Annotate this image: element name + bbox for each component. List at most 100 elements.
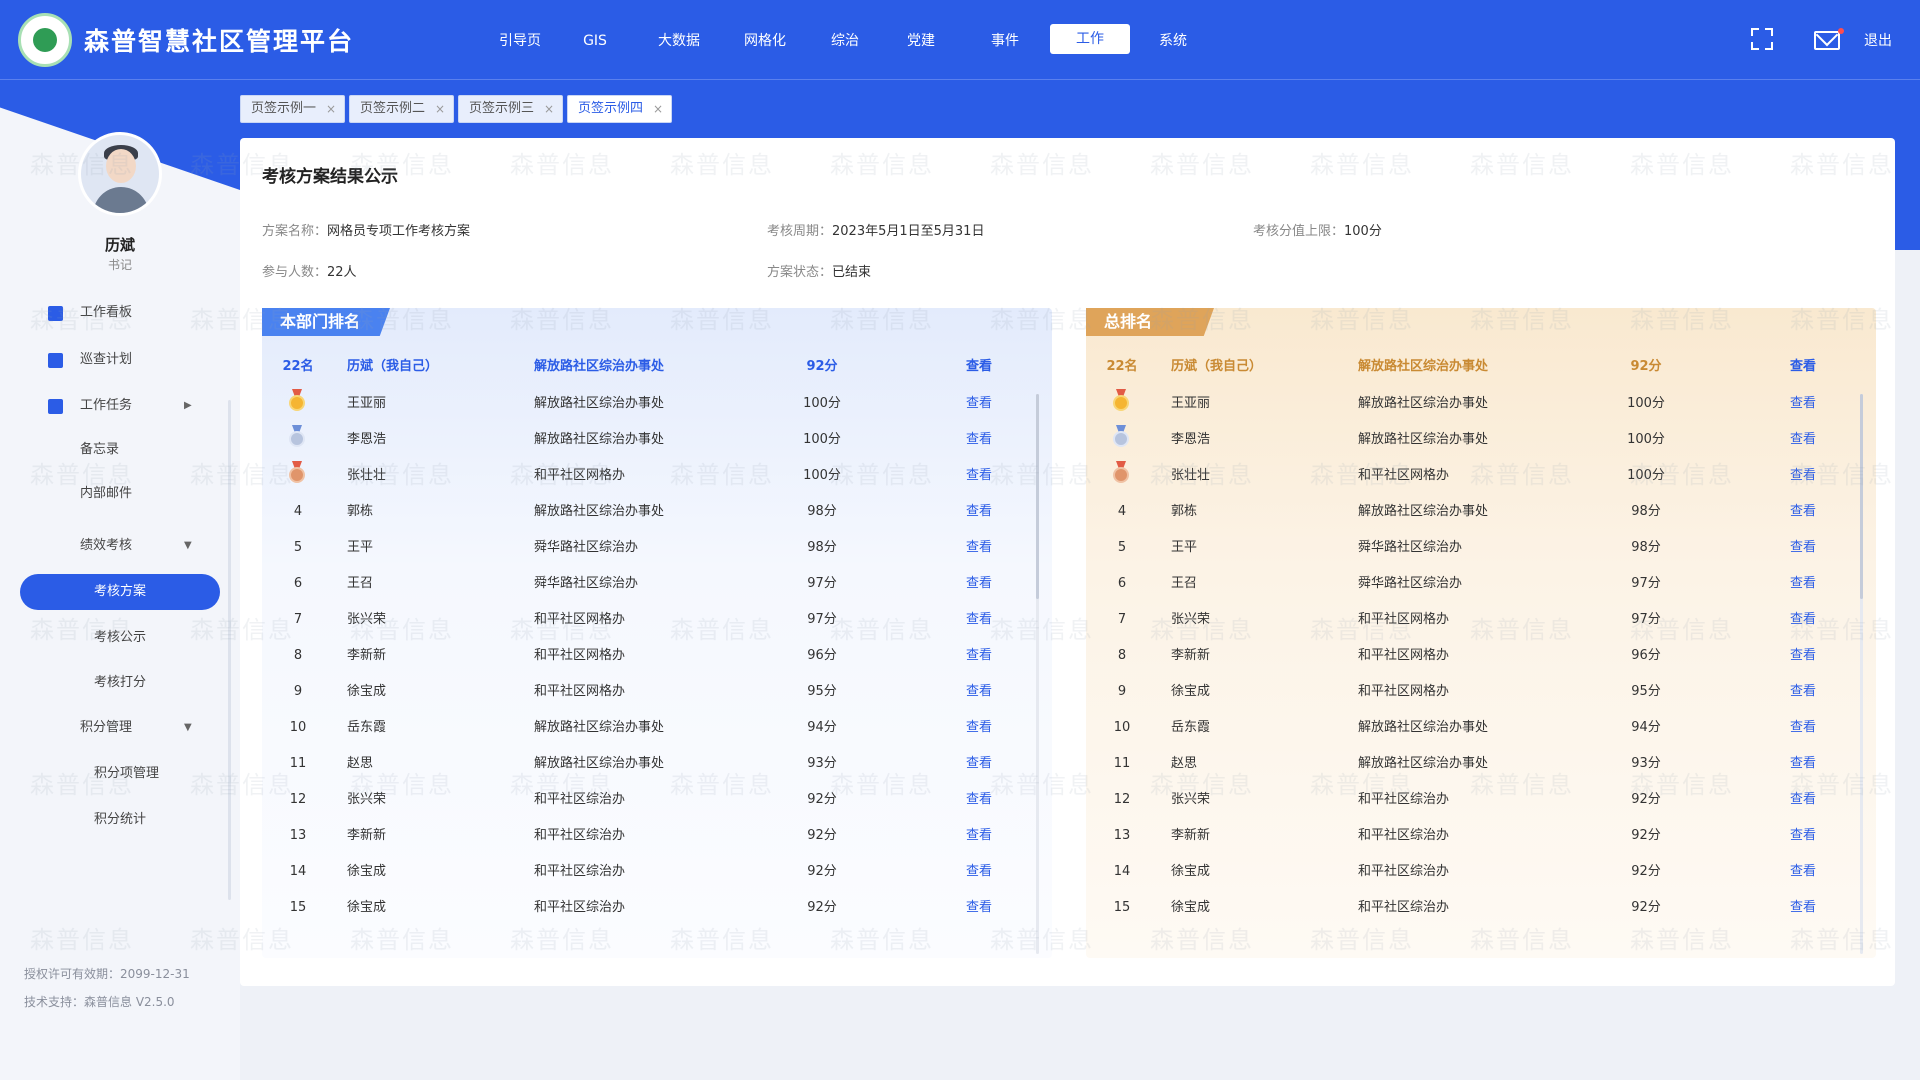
logout-button[interactable]: 退出 [1864, 30, 1892, 50]
sidebar-item-label: 巡查计划 [80, 352, 133, 367]
view-link[interactable]: 查看 [966, 605, 992, 635]
name: 王亚丽 [347, 396, 387, 411]
view-link[interactable]: 查看 [966, 677, 992, 707]
tab-close-icon[interactable]: × [435, 96, 445, 122]
nav-item-7[interactable]: 工作 [1050, 24, 1130, 54]
score: 97分 [1631, 576, 1661, 591]
view-link[interactable]: 查看 [966, 713, 992, 743]
tab-0[interactable]: 页签示例一 × [240, 95, 345, 123]
mail-icon[interactable] [1814, 31, 1840, 50]
score: 92分 [1631, 900, 1661, 915]
org: 和平社区网格办 [1358, 468, 1450, 483]
sidebar-item-5[interactable]: 绩效考核 ▼ [0, 528, 240, 564]
tab-close-icon[interactable]: × [544, 96, 554, 122]
name: 李新新 [1171, 648, 1211, 663]
user-avatar[interactable] [78, 132, 162, 216]
sidebar-item-3[interactable]: 备忘录 [0, 432, 240, 468]
nav-item-5[interactable]: 党建 [898, 28, 944, 60]
sidebar-item-8[interactable]: 考核打分 [0, 665, 240, 701]
name: 李恩浩 [347, 432, 387, 447]
view-link[interactable]: 查看 [1790, 461, 1816, 491]
view-link[interactable]: 查看 [1790, 713, 1816, 743]
sidebar-item-1[interactable]: 巡查计划 [0, 342, 240, 378]
view-link[interactable]: 查看 [1790, 821, 1816, 851]
view-link[interactable]: 查看 [966, 821, 992, 851]
sidebar-scrollbar[interactable] [228, 400, 231, 900]
sidebar-item-4[interactable]: 内部邮件 [0, 476, 240, 512]
rank: 7 [1117, 612, 1127, 627]
score: 92分 [807, 792, 837, 807]
rank: 5 [1117, 540, 1127, 555]
view-link[interactable]: 查看 [1790, 569, 1816, 599]
view-link[interactable]: 查看 [966, 569, 992, 599]
org: 解放路社区综治办事处 [1358, 756, 1489, 771]
view-link[interactable]: 查看 [1790, 749, 1816, 779]
org: 和平社区网格办 [1358, 612, 1450, 627]
rank: 10 [289, 720, 307, 735]
sidebar-item-9[interactable]: 积分管理 ▼ [0, 710, 240, 746]
name: 王召 [347, 576, 374, 591]
view-link[interactable]: 查看 [966, 389, 992, 419]
view-link[interactable]: 查看 [1790, 641, 1816, 671]
view-link[interactable]: 查看 [1790, 605, 1816, 635]
view-link[interactable]: 查看 [1790, 893, 1816, 923]
tab-2[interactable]: 页签示例三 × [458, 95, 563, 123]
view-link[interactable]: 查看 [966, 533, 992, 563]
view-link[interactable]: 查看 [1790, 785, 1816, 815]
tab-close-icon[interactable]: × [653, 96, 663, 122]
nav-item-8[interactable]: 系统 [1150, 28, 1196, 60]
tab-1[interactable]: 页签示例二 × [349, 95, 454, 123]
view-link[interactable]: 查看 [966, 857, 992, 887]
view-link[interactable]: 查看 [966, 497, 992, 527]
view-link[interactable]: 查看 [966, 425, 992, 455]
nav-item-4[interactable]: 综治 [822, 28, 868, 60]
sidebar-item-label: 积分项管理 [94, 766, 160, 781]
org: 解放路社区综治办事处 [534, 432, 665, 447]
count-info: 参与人数：22人 [262, 265, 357, 280]
view-link[interactable]: 查看 [966, 352, 992, 382]
view-link[interactable]: 查看 [1790, 497, 1816, 527]
score: 92分 [807, 828, 837, 843]
chevron-icon: ▶ [184, 400, 192, 411]
view-link[interactable]: 查看 [966, 893, 992, 923]
view-link[interactable]: 查看 [1790, 389, 1816, 419]
sidebar-item-10[interactable]: 积分项管理 [0, 756, 240, 792]
sidebar-item-7[interactable]: 考核公示 [0, 620, 240, 656]
score: 96分 [807, 648, 837, 663]
name: 徐宝成 [347, 684, 387, 699]
sidebar-item-2[interactable]: 工作任务 ▶ [0, 388, 240, 424]
view-link[interactable]: 查看 [966, 749, 992, 779]
medal-disc [289, 431, 305, 447]
view-link[interactable]: 查看 [1790, 857, 1816, 887]
nav-item-0[interactable]: 引导页 [490, 28, 550, 60]
view-link[interactable]: 查看 [1790, 352, 1816, 382]
period-info: 考核周期：2023年5月1日至5月31日 [767, 224, 985, 239]
table-row: 15 徐宝成 和平社区综治办 92分 查看 [262, 893, 1052, 923]
view-link[interactable]: 查看 [966, 461, 992, 491]
nav-item-2[interactable]: 大数据 [646, 28, 712, 60]
chevron-icon: ▼ [184, 540, 192, 551]
score: 92分 [806, 359, 838, 374]
rank: 9 [1117, 684, 1127, 699]
view-link[interactable]: 查看 [1790, 533, 1816, 563]
fullscreen-icon[interactable] [1751, 28, 1773, 50]
sidebar-item-11[interactable]: 积分统计 [0, 802, 240, 838]
view-link[interactable]: 查看 [1790, 677, 1816, 707]
view-link[interactable]: 查看 [966, 785, 992, 815]
dept-ranking-title: 本部门排名 [262, 308, 390, 336]
sidebar-item-0[interactable]: 工作看板 [0, 295, 240, 331]
table-row: 9 徐宝成 和平社区网格办 95分 查看 [262, 677, 1052, 707]
support-text: 技术支持：森普信息 V2.5.0 [24, 995, 175, 1009]
org: 解放路社区综治办事处 [534, 504, 665, 519]
name: 张兴荣 [1171, 792, 1211, 807]
tab-3[interactable]: 页签示例四 × [567, 95, 672, 123]
view-link[interactable]: 查看 [966, 641, 992, 671]
nav-item-1[interactable]: GIS [572, 28, 618, 60]
nav-item-3[interactable]: 网格化 [732, 28, 798, 60]
tab-close-icon[interactable]: × [326, 96, 336, 122]
table-row: 9 徐宝成 和平社区网格办 95分 查看 [1086, 677, 1876, 707]
rank: 10 [1113, 720, 1131, 735]
view-link[interactable]: 查看 [1790, 425, 1816, 455]
nav-item-6[interactable]: 事件 [982, 28, 1028, 60]
sidebar-item-6[interactable]: 考核方案 [20, 574, 220, 610]
